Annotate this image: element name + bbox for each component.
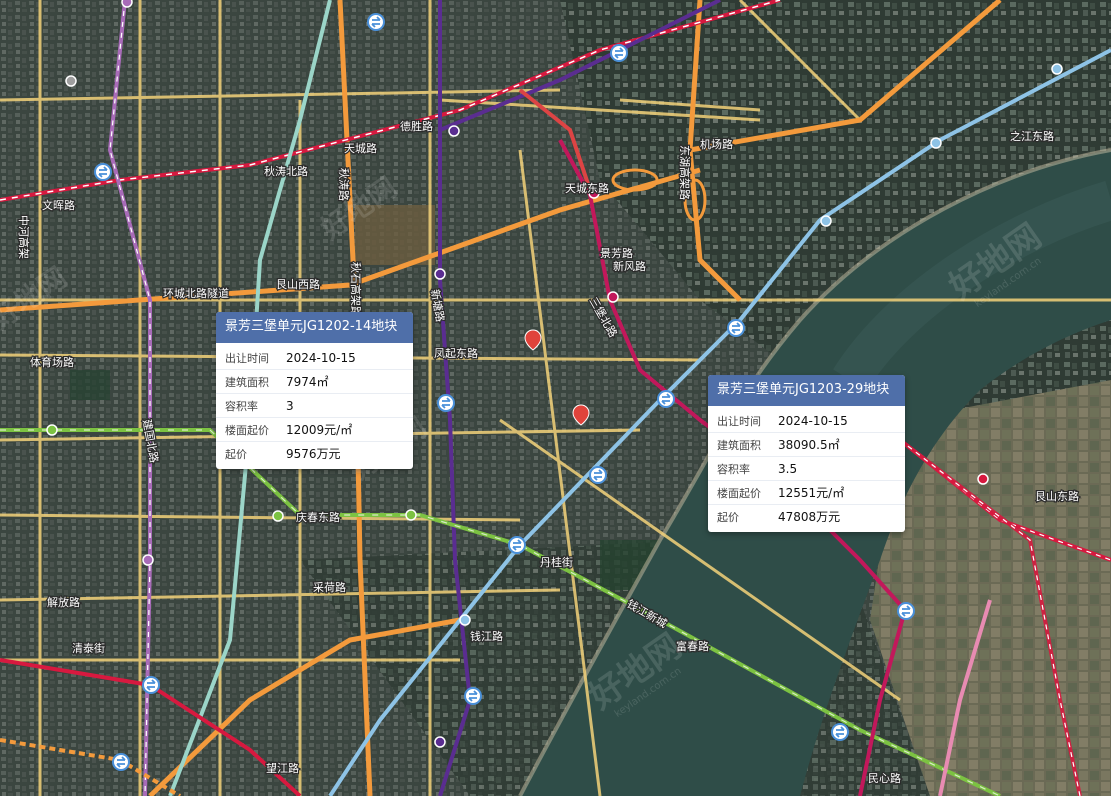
satellite-map[interactable]: 天城路 秋石高架路 艮山西路 环城北路隧道 秋涛路 新塘路 景芳路 凤起东路 庆… bbox=[0, 0, 1111, 796]
road-label: 艮山西路 bbox=[276, 278, 320, 291]
road-label: 东湖高架路 bbox=[678, 145, 692, 200]
road-label: 德胜路 bbox=[400, 119, 433, 133]
row-value: 3.5 bbox=[778, 461, 798, 476]
road-label: 解放路 bbox=[47, 595, 80, 609]
road-label: 新风路 bbox=[613, 259, 646, 273]
parcel-info-card-jg1203: 景芳三堡单元JG1203-29地块 出让时间 2024-10-15 建筑面积 380… bbox=[708, 375, 905, 532]
road-label: 庆春东路 bbox=[296, 510, 340, 524]
card-title: 景芳三堡单元JG1203-29地块 bbox=[708, 375, 905, 406]
row-floor-price: 楼面起价 12551元/㎡ bbox=[708, 481, 905, 505]
row-value: 9576万元 bbox=[286, 447, 341, 461]
row-value: 12551元/㎡ bbox=[778, 486, 845, 500]
row-label: 楼面起价 bbox=[717, 486, 761, 500]
row-floor-area: 建筑面积 38090.5㎡ bbox=[708, 433, 905, 457]
row-transfer-date: 出让时间 2024-10-15 bbox=[708, 409, 905, 433]
row-floor-area: 建筑面积 7974㎡ bbox=[216, 370, 413, 394]
row-label: 建筑面积 bbox=[225, 375, 269, 389]
road-label: 望江路 bbox=[266, 762, 299, 775]
row-label: 楼面起价 bbox=[225, 423, 269, 437]
row-label: 起价 bbox=[717, 510, 739, 524]
row-label: 出让时间 bbox=[225, 351, 269, 365]
road-label: 采荷路 bbox=[313, 581, 346, 594]
row-label: 容积率 bbox=[717, 462, 750, 476]
row-label: 出让时间 bbox=[717, 414, 761, 428]
row-starting-price: 起价 47808万元 bbox=[708, 505, 905, 528]
row-starting-price: 起价 9576万元 bbox=[216, 442, 413, 465]
road-label: 环城北路隧道 bbox=[163, 286, 229, 300]
row-plot-ratio: 容积率 3.5 bbox=[708, 457, 905, 481]
row-floor-price: 楼面起价 12009元/㎡ bbox=[216, 418, 413, 442]
row-value: 2024-10-15 bbox=[286, 350, 356, 365]
row-plot-ratio: 容积率 3 bbox=[216, 394, 413, 418]
row-value: 38090.5㎡ bbox=[778, 438, 840, 452]
row-value: 12009元/㎡ bbox=[286, 423, 353, 437]
row-value: 7974㎡ bbox=[286, 375, 329, 389]
row-transfer-date: 出让时间 2024-10-15 bbox=[216, 346, 413, 370]
row-label: 起价 bbox=[225, 447, 247, 461]
road-label: 凤起东路 bbox=[434, 347, 478, 360]
road-label: 机场路 bbox=[700, 137, 733, 151]
road-label: 天城东路 bbox=[565, 182, 609, 195]
road-label: 秋石高架路 bbox=[349, 262, 363, 317]
road-label: 天城路 bbox=[344, 142, 377, 155]
road-label: 钱江路 bbox=[470, 629, 503, 643]
road-label: 中河高架 bbox=[17, 215, 31, 259]
road-label: 秋涛北路 bbox=[264, 164, 308, 178]
parcel-info-card-jg1202: 景芳三堡单元JG1202-14地块 出让时间 2024-10-15 建筑面积 797… bbox=[216, 312, 413, 469]
row-value: 2024-10-15 bbox=[778, 413, 848, 428]
road-label: 丹桂街 bbox=[540, 555, 573, 569]
road-label: 民心路 bbox=[868, 772, 901, 785]
road-label: 清泰街 bbox=[72, 641, 105, 655]
card-title: 景芳三堡单元JG1202-14地块 bbox=[216, 312, 413, 343]
road-label: 之江东路 bbox=[1010, 129, 1054, 143]
row-value: 47808万元 bbox=[778, 510, 841, 524]
road-label: 艮山东路 bbox=[1035, 490, 1079, 503]
road-label: 景芳路 bbox=[600, 246, 633, 260]
row-value: 3 bbox=[286, 398, 294, 413]
row-label: 建筑面积 bbox=[717, 438, 761, 452]
road-label: 文晖路 bbox=[42, 198, 75, 212]
row-label: 容积率 bbox=[225, 399, 258, 413]
road-label: 体育场路 bbox=[30, 355, 74, 369]
